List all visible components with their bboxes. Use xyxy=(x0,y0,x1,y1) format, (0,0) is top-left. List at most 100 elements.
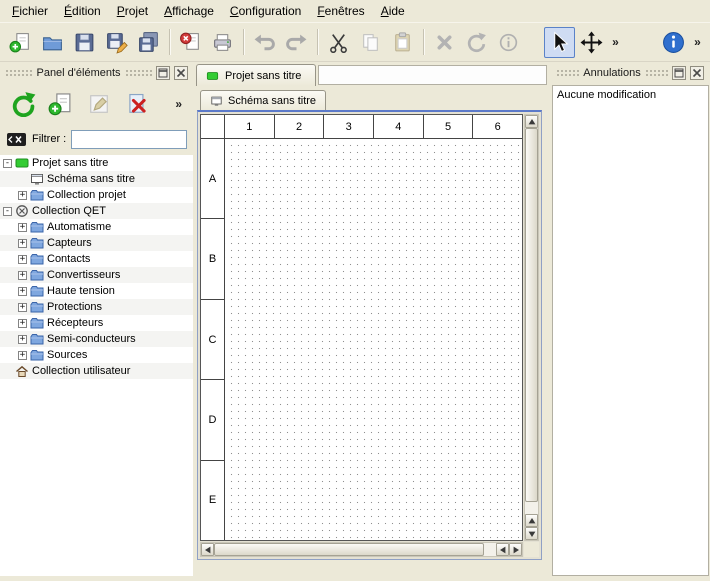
tab-projet-sans-titre[interactable]: Projet sans titre xyxy=(196,64,316,86)
print-button[interactable] xyxy=(207,27,238,58)
expander-plus-icon[interactable]: + xyxy=(18,255,27,264)
save-as-button[interactable] xyxy=(101,27,132,58)
delete-element-button[interactable] xyxy=(120,87,154,121)
float-icon xyxy=(674,68,684,78)
ruler-row-C: C xyxy=(201,300,224,380)
arrow-right-icon xyxy=(512,546,520,554)
schema-tab-bar: Schéma sans titre xyxy=(196,86,549,110)
about-qet-button[interactable] xyxy=(658,27,689,58)
vertical-scroll-thumb[interactable] xyxy=(525,128,538,502)
menu-aide[interactable]: Aide xyxy=(373,1,413,21)
expander-plus-icon[interactable]: + xyxy=(18,287,27,296)
tree-item-sources[interactable]: +Sources xyxy=(0,347,193,363)
edit-element-button[interactable] xyxy=(82,87,116,121)
expander-plus-icon[interactable]: + xyxy=(18,191,27,200)
elements-panel-header[interactable]: Panel d'éléments xyxy=(2,64,191,81)
folder-icon xyxy=(30,268,44,282)
scroll-left-button[interactable] xyxy=(201,543,214,556)
new-project-button[interactable] xyxy=(5,27,36,58)
tree-item-collection-qet[interactable]: -Collection QET xyxy=(0,203,193,219)
save-button[interactable] xyxy=(69,27,100,58)
tree-item-recepteurs[interactable]: +Récepteurs xyxy=(0,315,193,331)
expander-plus-icon[interactable]: + xyxy=(18,319,27,328)
schema-icon xyxy=(30,172,44,186)
expander-plus-icon[interactable]: + xyxy=(18,271,27,280)
scroll-left-button-2[interactable] xyxy=(496,543,509,556)
float-undo-panel-button[interactable] xyxy=(672,66,686,80)
scroll-right-button[interactable] xyxy=(509,543,522,556)
tree-item-contacts[interactable]: +Contacts xyxy=(0,251,193,267)
tree-item-collection-utilisateur[interactable]: Collection utilisateur xyxy=(0,363,193,379)
open-project-button[interactable] xyxy=(37,27,68,58)
undo-history-list[interactable]: Aucune modification xyxy=(552,85,709,576)
folder-icon xyxy=(30,348,44,362)
menu-fichier[interactable]: Fichier xyxy=(4,1,56,21)
tree-item-projet-sans-titre[interactable]: -Projet sans titre xyxy=(0,155,193,171)
save-all-button[interactable] xyxy=(133,27,164,58)
horizontal-scroll-thumb[interactable] xyxy=(214,543,484,556)
expander-plus-icon[interactable]: + xyxy=(18,239,27,248)
tree-item-semi-conducteurs[interactable]: +Semi-conducteurs xyxy=(0,331,193,347)
expander-minus-icon[interactable]: - xyxy=(3,207,12,216)
close-panel-button[interactable] xyxy=(174,66,188,80)
folder-icon xyxy=(30,300,44,314)
rotate-selection-button[interactable] xyxy=(461,27,492,58)
menu-configuration[interactable]: Configuration xyxy=(222,1,309,21)
scissors-icon xyxy=(327,31,350,54)
scroll-up-button[interactable] xyxy=(525,115,538,128)
diagram-window: 123456 ABCDE xyxy=(197,110,542,560)
elements-toolbar-overflow-button[interactable]: » xyxy=(175,97,187,111)
filter-input[interactable] xyxy=(71,130,187,149)
reload-green-icon xyxy=(10,91,36,117)
tree-item-convertisseurs[interactable]: +Convertisseurs xyxy=(0,267,193,283)
elements-panel-toolbar: » xyxy=(0,84,193,124)
dock-grip xyxy=(556,69,579,77)
tree-item-label: Protections xyxy=(47,301,102,313)
expander-plus-icon[interactable]: + xyxy=(18,351,27,360)
project-icon xyxy=(205,70,220,82)
selection-mode-button[interactable] xyxy=(544,27,575,58)
new-element-button[interactable] xyxy=(44,87,78,121)
expander-plus-icon[interactable]: + xyxy=(18,335,27,344)
copy-button[interactable] xyxy=(355,27,386,58)
tree-item-automatisme[interactable]: +Automatisme xyxy=(0,219,193,235)
scroll-up-button-2[interactable] xyxy=(525,514,538,527)
modes-overflow-button[interactable]: » xyxy=(608,27,623,58)
undo-button[interactable] xyxy=(249,27,280,58)
pan-mode-button[interactable] xyxy=(576,27,607,58)
tree-item-haute-tension[interactable]: +Haute tension xyxy=(0,283,193,299)
gray-cross-icon xyxy=(433,31,456,54)
expander-plus-icon[interactable]: + xyxy=(18,223,27,232)
cut-button[interactable] xyxy=(323,27,354,58)
tree-item-schema-sans-titre[interactable]: Schéma sans titre xyxy=(0,171,193,187)
expander-minus-icon[interactable]: - xyxy=(3,159,12,168)
close-undo-panel-button[interactable] xyxy=(690,66,704,80)
tree-item-capteurs[interactable]: +Capteurs xyxy=(0,235,193,251)
element-info-button[interactable] xyxy=(493,27,524,58)
expander-plus-icon[interactable]: + xyxy=(18,303,27,312)
tree-item-protections[interactable]: + Protections xyxy=(0,299,193,315)
horizontal-scroll-track[interactable] xyxy=(214,543,496,556)
tree-item-collection-projet[interactable]: +Collection projet xyxy=(0,187,193,203)
float-panel-button[interactable] xyxy=(156,66,170,80)
delete-selection-button[interactable] xyxy=(429,27,460,58)
close-project-button[interactable] xyxy=(175,27,206,58)
redo-button[interactable] xyxy=(281,27,312,58)
clear-filter-icon[interactable] xyxy=(6,131,27,148)
toolbar-overflow-button[interactable]: » xyxy=(690,27,705,58)
diagram-canvas[interactable] xyxy=(225,139,522,540)
menu-edition[interactable]: Édition xyxy=(56,1,109,21)
diagram-view[interactable]: 123456 ABCDE xyxy=(200,114,523,541)
scrollbar-corner xyxy=(524,542,539,557)
paste-button[interactable] xyxy=(387,27,418,58)
vertical-scroll-track[interactable] xyxy=(525,128,538,514)
menu-affichage[interactable]: Affichage xyxy=(156,1,222,21)
menu-projet[interactable]: Projet xyxy=(109,1,156,21)
menu-fenetres[interactable]: Fenêtres xyxy=(309,1,372,21)
horizontal-scrollbar[interactable] xyxy=(200,542,523,557)
scroll-down-button[interactable] xyxy=(525,527,538,540)
reload-collections-button[interactable] xyxy=(6,87,40,121)
undo-panel-header[interactable]: Annulations xyxy=(553,64,707,81)
vertical-scrollbar[interactable] xyxy=(524,114,539,541)
tab-schema-sans-titre[interactable]: Schéma sans titre xyxy=(200,90,326,111)
